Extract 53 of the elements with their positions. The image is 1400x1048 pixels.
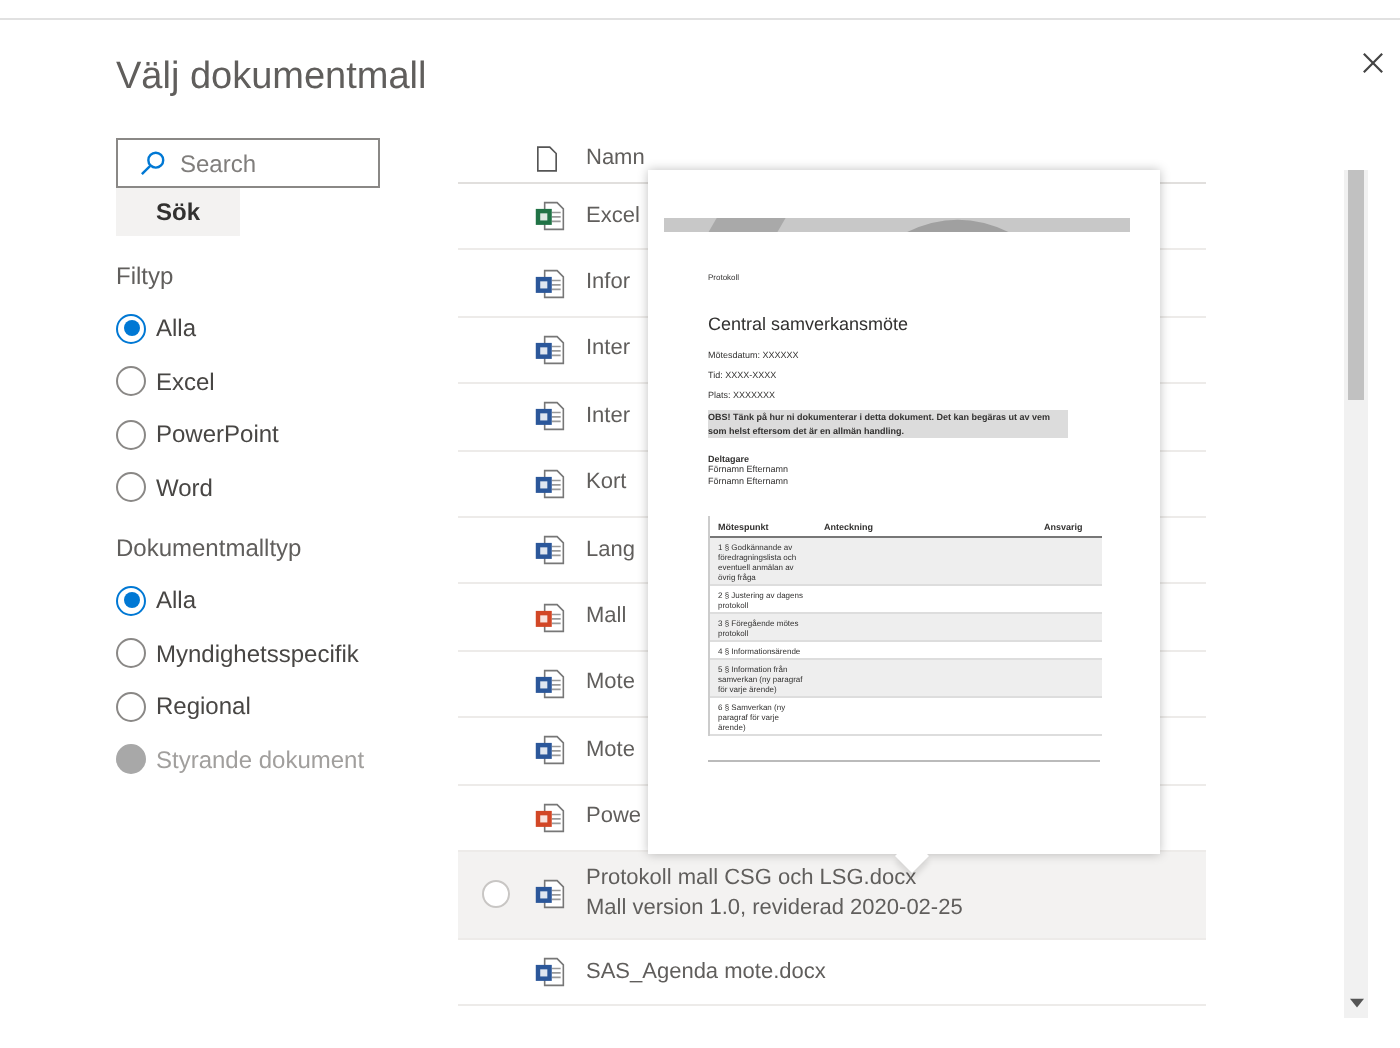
radio-button[interactable]	[116, 419, 146, 450]
filter-heading: Dokumentmalltyp	[116, 534, 304, 562]
radio-button[interactable]	[116, 585, 146, 616]
text-file-icon	[534, 400, 566, 433]
file-name[interactable]: Inter	[586, 401, 631, 432]
file-name[interactable]: Mote	[586, 735, 635, 766]
text-file-icon	[534, 467, 566, 500]
dialog-title: Välj dokumentmall	[116, 56, 427, 98]
file-name[interactable]: Infor	[586, 268, 631, 299]
search-icon	[140, 150, 166, 176]
radio-label: Word	[156, 473, 213, 502]
file-name[interactable]: SAS_Agenda mote.docx	[586, 957, 826, 988]
search-field[interactable]: Search	[116, 138, 380, 188]
text-file-icon	[534, 667, 566, 700]
file-type-icon	[536, 145, 558, 171]
file-name[interactable]: Mall	[586, 602, 627, 633]
file-name[interactable]: Lang	[586, 535, 635, 566]
radio-button[interactable]	[116, 691, 146, 722]
column-header[interactable]: Namn	[586, 146, 645, 170]
close-icon[interactable]	[1362, 52, 1384, 74]
file-name[interactable]: Kort	[586, 468, 627, 499]
file-description: Mall version 1.0, reviderad 2020-02-25	[586, 894, 963, 925]
radio-button[interactable]	[116, 313, 146, 344]
presentation-file-icon	[534, 601, 566, 634]
presentation-file-icon	[534, 801, 566, 834]
radio-label: Regional	[156, 692, 251, 721]
filter-heading: Filtyp	[116, 262, 176, 290]
spreadsheet-file-icon	[534, 200, 566, 233]
file-name[interactable]: Excel	[586, 201, 640, 232]
scrollbar[interactable]	[1344, 170, 1368, 1018]
radio-label: PowerPoint	[156, 420, 279, 449]
document-title: Central samverkansmöte	[708, 314, 911, 334]
radio-label: Myndighetsspecifik	[156, 639, 359, 668]
text-file-icon	[534, 734, 566, 767]
file-name[interactable]: Powe	[586, 802, 642, 833]
file-name[interactable]: Protokoll mall CSG och LSG.docx	[586, 864, 963, 895]
text-file-icon	[534, 956, 566, 989]
radio-button[interactable]	[116, 366, 146, 397]
radio-button[interactable]	[116, 638, 146, 669]
radio-label: Styrande dokument	[156, 745, 365, 774]
radio-label: Alla	[156, 586, 197, 615]
scroll-thumb[interactable]	[1348, 170, 1364, 400]
radio-button[interactable]	[116, 472, 146, 503]
search-button[interactable]: Sök	[116, 188, 240, 236]
text-file-icon	[534, 534, 566, 567]
radio-label: Alla	[156, 314, 197, 343]
scroll-down-icon[interactable]	[1349, 998, 1363, 1008]
file-name[interactable]: Mote	[586, 668, 635, 699]
text-file-icon	[534, 333, 566, 366]
file-name[interactable]: Inter	[586, 334, 631, 365]
text-file-icon	[534, 267, 566, 300]
radio-label: Excel	[156, 367, 215, 396]
text-file-icon	[534, 878, 566, 911]
